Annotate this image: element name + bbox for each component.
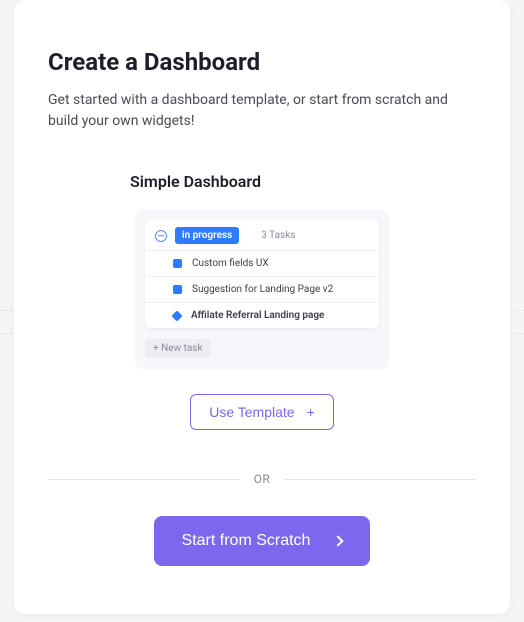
template-preview: in progress 3 Tasks Custom fields UX Sug… <box>135 209 389 370</box>
preview-widget: in progress 3 Tasks Custom fields UX Sug… <box>145 219 379 328</box>
task-status-icon <box>173 285 182 294</box>
new-task-button: + New task <box>145 339 211 358</box>
task-status-icon <box>173 259 182 268</box>
divider-line <box>48 479 240 480</box>
collapse-icon <box>155 230 167 242</box>
status-pill: in progress <box>175 227 239 244</box>
task-label: Custom fields UX <box>192 258 269 269</box>
template-section: Simple Dashboard in progress 3 Tasks Cus… <box>48 172 476 430</box>
plus-icon: + <box>307 405 315 419</box>
task-label: Suggestion for Landing Page v2 <box>192 284 333 295</box>
create-dashboard-card: Create a Dashboard Get started with a da… <box>14 0 510 614</box>
start-from-scratch-button[interactable]: Start from Scratch <box>154 516 371 566</box>
scratch-button-label: Start from Scratch <box>182 532 311 550</box>
task-milestone-icon <box>171 310 182 321</box>
task-row: Custom fields UX <box>145 250 379 276</box>
task-row: Suggestion for Landing Page v2 <box>145 276 379 302</box>
use-template-button[interactable]: Use Template + <box>190 394 334 430</box>
divider-text: OR <box>254 472 271 486</box>
template-name: Simple Dashboard <box>130 172 476 191</box>
page-title: Create a Dashboard <box>48 48 476 76</box>
page-subtitle: Get started with a dashboard template, o… <box>48 90 476 132</box>
chevron-right-icon <box>333 535 344 546</box>
use-template-label: Use Template <box>209 404 294 420</box>
divider-line <box>284 479 476 480</box>
new-task-area: + New task <box>145 336 379 358</box>
task-row: Affilate Referral Landing page <box>145 302 379 328</box>
tasks-count: 3 Tasks <box>261 230 295 241</box>
task-label: Affilate Referral Landing page <box>191 310 324 321</box>
preview-header: in progress 3 Tasks <box>145 219 379 250</box>
divider: OR <box>48 472 476 486</box>
